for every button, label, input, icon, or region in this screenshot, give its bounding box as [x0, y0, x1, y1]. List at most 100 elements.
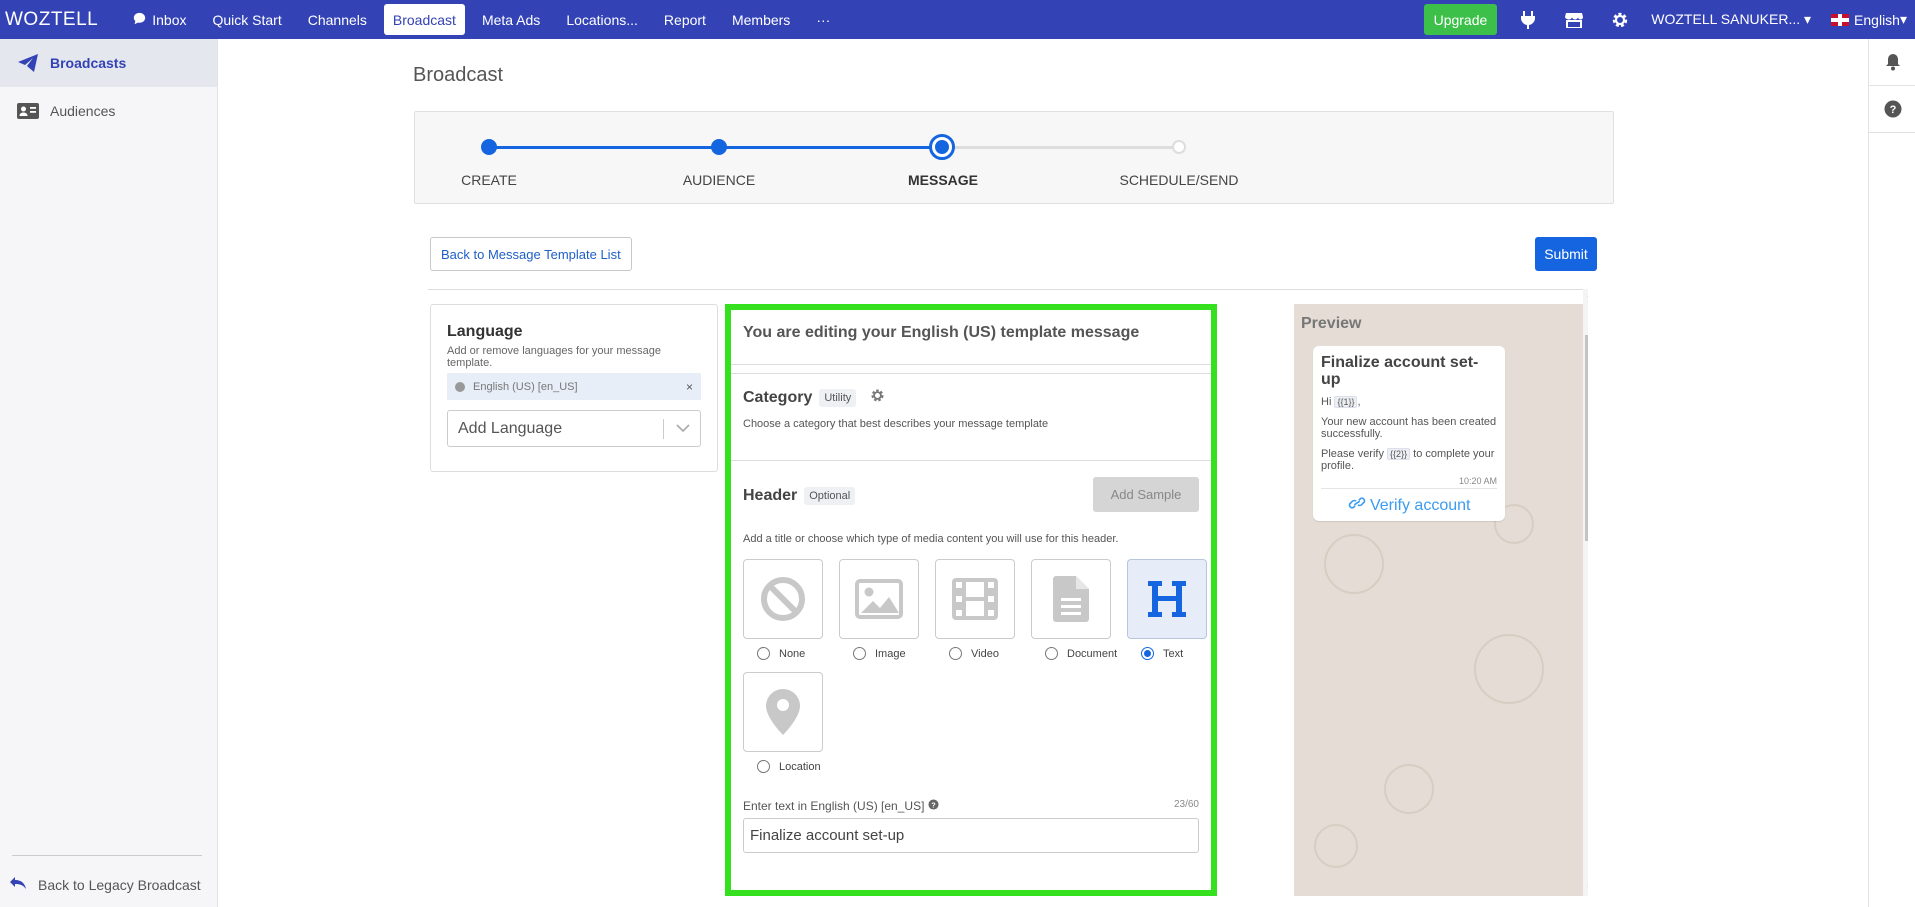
document-option-label[interactable]: Document: [1031, 647, 1127, 660]
header-option-text[interactable]: Text: [1127, 559, 1211, 660]
gear-icon[interactable]: [870, 388, 885, 408]
nav-broadcast[interactable]: Broadcast: [383, 4, 465, 35]
image-option-label[interactable]: Image: [839, 647, 935, 660]
language-chip[interactable]: English (US) [en_US] ×: [447, 373, 701, 400]
sidebar-item-label: Audiences: [50, 103, 116, 119]
header-text-input[interactable]: Finalize account set-up: [743, 818, 1199, 853]
background-doodle: [1324, 534, 1384, 594]
gear-icon[interactable]: [1605, 5, 1635, 35]
legacy-label: Back to Legacy Broadcast: [38, 876, 201, 893]
map-pin-icon: [766, 689, 800, 735]
header-section: Header Optional Add Sample Add a title o…: [731, 460, 1211, 867]
template-editor: You are editing your English (US) templa…: [725, 304, 1217, 896]
divider: [428, 289, 1585, 290]
language-switcher[interactable]: English ▾: [1831, 11, 1907, 28]
user-menu[interactable]: WOZTELL SANUKER... ▾: [1651, 11, 1811, 28]
category-title-row: Category Utility: [743, 388, 1199, 408]
radio-document[interactable]: [1045, 647, 1058, 660]
video-tile[interactable]: [935, 559, 1015, 639]
location-option-label[interactable]: Location: [743, 760, 839, 773]
image-tile[interactable]: [839, 559, 919, 639]
scroll-up-icon[interactable]: ▲: [1586, 290, 1588, 299]
category-title: Category: [743, 389, 813, 406]
category-badge: Utility: [819, 389, 857, 407]
bubble-title: Finalize account set-up: [1321, 354, 1479, 388]
store-icon[interactable]: [1559, 5, 1589, 35]
none-tile[interactable]: [743, 559, 823, 639]
paper-plane-icon: [16, 54, 40, 72]
nav-quick-start[interactable]: Quick Start: [199, 4, 294, 35]
preview-title: Preview: [1301, 315, 1362, 332]
header-option-none[interactable]: None: [743, 559, 839, 660]
back-to-legacy-link[interactable]: Back to Legacy Broadcast: [0, 876, 218, 893]
radio-location[interactable]: [757, 760, 770, 773]
radio-none[interactable]: [757, 647, 770, 660]
step-label-audience: AUDIENCE: [682, 172, 756, 188]
header-option-image[interactable]: Image: [839, 559, 935, 660]
background-doodle: [1474, 634, 1544, 704]
text-option-label[interactable]: Text: [1127, 647, 1211, 660]
message-bubble: Finalize account set-up Hi {{1}}, Your n…: [1313, 346, 1505, 521]
link-icon: [1348, 497, 1370, 514]
verify-account-button[interactable]: Verify account: [1321, 496, 1497, 515]
sidebar: Broadcasts Audiences Back to Legacy Broa…: [0, 39, 218, 907]
template-workspace: Language Add or remove languages for you…: [428, 289, 1588, 896]
option-label: Video: [971, 647, 999, 660]
submit-button[interactable]: Submit: [1535, 237, 1597, 271]
document-tile[interactable]: [1031, 559, 1111, 639]
radio-image[interactable]: [853, 647, 866, 660]
bell-icon[interactable]: [1869, 39, 1915, 86]
scrollbar-thumb[interactable]: [1585, 335, 1588, 541]
nav-report[interactable]: Report: [651, 4, 719, 35]
option-label: Image: [875, 647, 906, 660]
none-option-label[interactable]: None: [743, 647, 839, 660]
header-option-video[interactable]: Video: [935, 559, 1031, 660]
optional-badge: Optional: [804, 487, 856, 505]
text-tile[interactable]: [1127, 559, 1207, 639]
heading-icon: [1148, 581, 1186, 617]
back-to-template-list-button[interactable]: Back to Message Template List: [430, 237, 632, 271]
step-dot-create: [481, 139, 497, 155]
upgrade-button[interactable]: Upgrade: [1423, 4, 1498, 35]
nav-locations[interactable]: Locations...: [553, 4, 651, 35]
nav-inbox[interactable]: Inbox: [120, 4, 199, 35]
variable-chip: {{2}}: [1387, 448, 1411, 460]
scroll-down-icon[interactable]: ▼: [1586, 884, 1588, 893]
svg-text:?: ?: [931, 800, 936, 809]
message-preview: Preview Finalize account set-up Hi {{1}}…: [1294, 304, 1583, 896]
location-tile[interactable]: [743, 672, 823, 752]
sidebar-item-broadcasts[interactable]: Broadcasts: [0, 39, 217, 87]
header-option-location[interactable]: Location: [743, 672, 839, 773]
radio-text[interactable]: [1141, 647, 1154, 660]
right-rail: ?: [1868, 39, 1915, 907]
add-language-select[interactable]: Add Language: [447, 410, 701, 447]
divider: [12, 855, 202, 856]
step-dot-audience: [711, 139, 727, 155]
radio-video[interactable]: [949, 647, 962, 660]
nav-members[interactable]: Members: [719, 4, 803, 35]
svg-text:?: ?: [1889, 104, 1896, 116]
video-option-label[interactable]: Video: [935, 647, 1031, 660]
language-title: Language: [447, 323, 523, 340]
status-dot-icon: [455, 381, 465, 392]
sidebar-item-audiences[interactable]: Audiences: [0, 87, 217, 135]
language-card: Language Add or remove languages for you…: [430, 304, 718, 472]
bubble-body-1: Your new account has been created succes…: [1321, 416, 1497, 440]
help-icon[interactable]: ?: [1869, 86, 1915, 133]
add-sample-button[interactable]: Add Sample: [1093, 477, 1199, 512]
help-icon[interactable]: ?: [928, 799, 939, 813]
main-nav: Inbox Quick Start Channels Broadcast Met…: [120, 0, 843, 39]
remove-language-icon[interactable]: ×: [686, 380, 693, 394]
document-icon: [1053, 576, 1089, 622]
nav-more[interactable]: ···: [803, 4, 843, 35]
film-icon: [952, 578, 998, 620]
scrollbar[interactable]: ▲ ▼: [1583, 289, 1588, 896]
app-logo[interactable]: WOZTELL: [5, 9, 98, 31]
ban-icon: [761, 577, 805, 621]
nav-meta-ads[interactable]: Meta Ads: [469, 4, 553, 35]
nav-channels[interactable]: Channels: [295, 4, 380, 35]
plug-icon[interactable]: [1513, 5, 1543, 35]
header-option-document[interactable]: Document: [1031, 559, 1127, 660]
header-description: Add a title or choose which type of medi…: [743, 533, 1119, 545]
header-text-label-text: Enter text in English (US) [en_US]: [743, 799, 925, 813]
